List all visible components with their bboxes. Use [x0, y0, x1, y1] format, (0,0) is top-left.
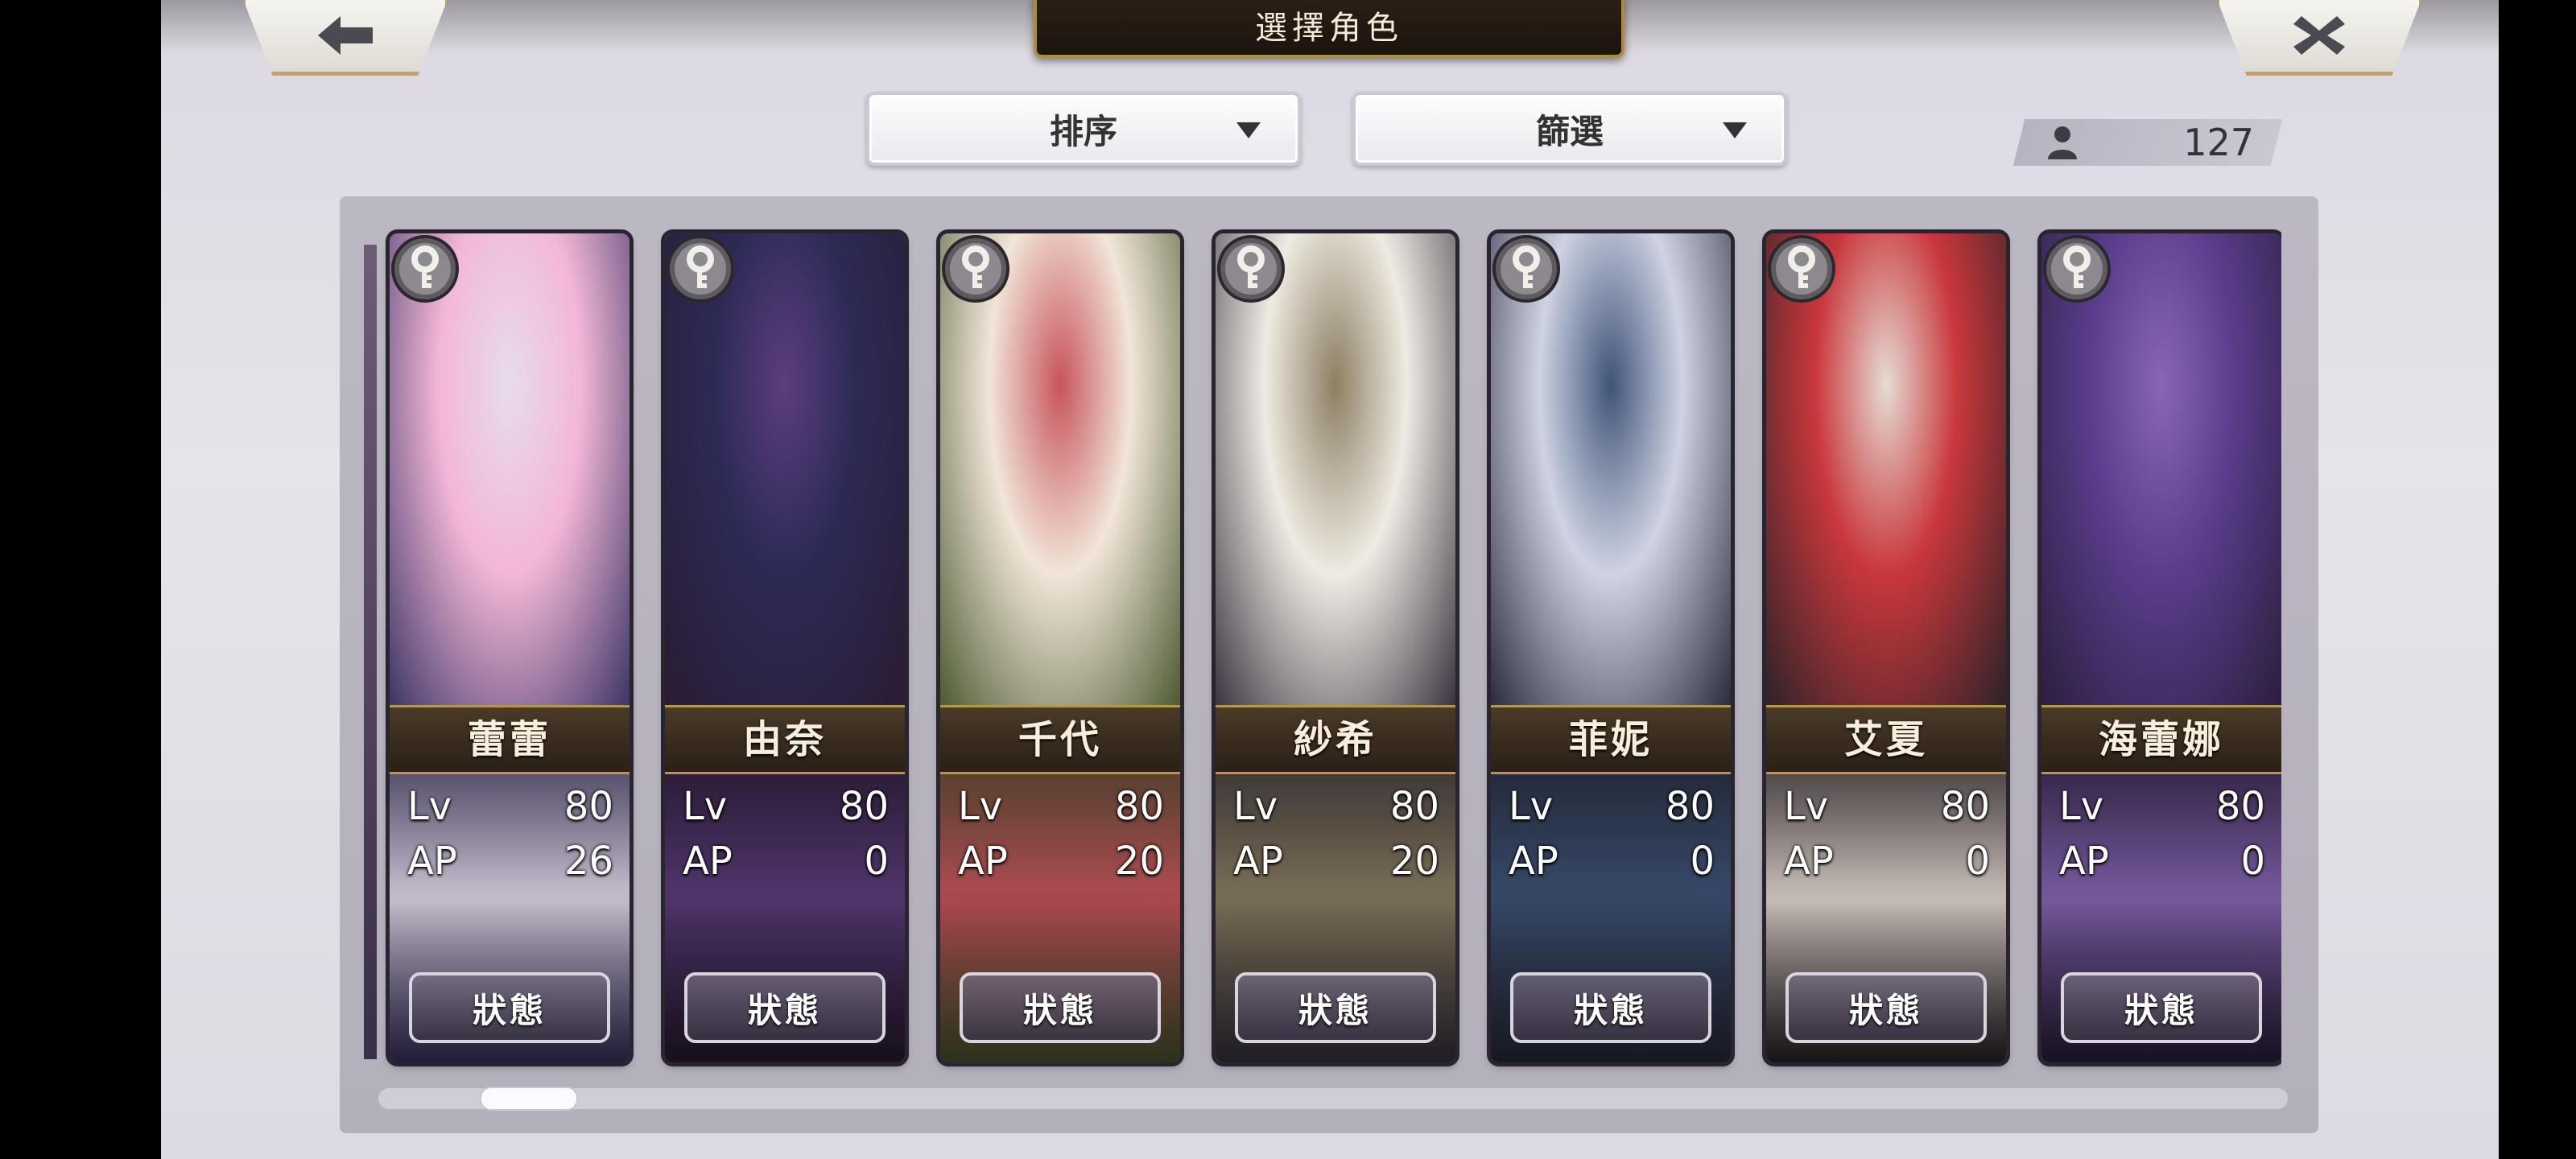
level-label: Lv — [1509, 784, 1554, 829]
ap-label: AP — [683, 839, 733, 884]
level-value: 80 — [1940, 784, 1990, 829]
level-value: 80 — [1389, 784, 1439, 829]
filter-label: 篩選 — [1535, 111, 1604, 151]
sort-label: 排序 — [1049, 111, 1117, 151]
ap-value: 0 — [1690, 839, 1715, 884]
character-card[interactable]: 由奈 Lv 80 AP 0 狀態 — [665, 233, 905, 1062]
ap-row: AP 26 — [407, 839, 613, 884]
chevron-down-icon — [1236, 122, 1261, 138]
character-card[interactable]: 海蕾娜 Lv 80 AP 0 狀態 — [2041, 233, 2281, 1062]
character-name: 海蕾娜 — [2041, 705, 2281, 774]
character-card[interactable]: 艾夏 Lv 80 AP 0 狀態 — [1766, 233, 2006, 1062]
level-row: Lv 80 — [683, 784, 889, 829]
level-label: Lv — [958, 784, 1003, 829]
ap-label: AP — [1233, 839, 1283, 884]
level-label: Lv — [1784, 784, 1829, 829]
ap-value: 20 — [1389, 839, 1439, 884]
character-name: 艾夏 — [1766, 705, 2006, 774]
level-label: Lv — [407, 784, 452, 829]
ap-value: 0 — [1965, 839, 1990, 884]
lock-key-icon — [1491, 233, 1565, 307]
character-name: 千代 — [940, 705, 1180, 774]
status-button[interactable]: 狀態 — [1785, 972, 1987, 1043]
chevron-down-icon — [1723, 122, 1747, 138]
status-button[interactable]: 狀態 — [1235, 972, 1436, 1043]
character-name: 紗希 — [1216, 705, 1455, 774]
status-button[interactable]: 狀態 — [2061, 972, 2262, 1043]
roster-count: 127 — [2183, 121, 2254, 164]
level-label: Lv — [1233, 784, 1278, 829]
character-card[interactable]: 千代 Lv 80 AP 20 狀態 — [940, 233, 1180, 1062]
filter-dropdown[interactable]: 篩選 — [1352, 92, 1787, 166]
ap-row: AP 0 — [683, 839, 889, 884]
lock-key-icon — [665, 233, 739, 307]
arrow-left-icon — [318, 16, 373, 55]
level-value: 80 — [1665, 784, 1715, 829]
level-value: 80 — [564, 784, 613, 829]
lock-key-icon — [1216, 233, 1290, 307]
level-row: Lv 80 — [1233, 784, 1439, 829]
character-card[interactable]: 蕾蕾 Lv 80 AP 26 狀態 — [390, 233, 630, 1062]
ap-row: AP 20 — [1233, 839, 1439, 884]
lock-key-icon — [940, 233, 1014, 307]
person-icon — [2048, 126, 2077, 159]
status-button[interactable]: 狀態 — [960, 972, 1161, 1043]
character-name: 菲妮 — [1491, 705, 1731, 774]
ap-row: AP 0 — [2059, 839, 2265, 884]
page-title: 選擇角色 — [1034, 0, 1624, 58]
level-row: Lv 80 — [1784, 784, 1990, 829]
character-name: 蕾蕾 — [390, 705, 630, 774]
lock-key-icon — [390, 233, 464, 307]
game-screen: 選擇角色 排序 篩選 127 蕾蕾 Lv 80 AP 26 狀態 由奈 Lv 80 AP 0 狀態 千代… — [161, 0, 2499, 1159]
previous-card-edge — [364, 245, 377, 1059]
close-button[interactable] — [2215, 0, 2423, 76]
level-value: 80 — [839, 784, 889, 829]
ap-row: AP 0 — [1509, 839, 1715, 884]
close-x-icon — [2293, 16, 2345, 55]
ap-value: 20 — [1114, 839, 1164, 884]
ap-label: AP — [958, 839, 1008, 884]
level-value: 80 — [2215, 784, 2265, 829]
horizontal-scrollbar[interactable] — [378, 1088, 2288, 1109]
lock-key-icon — [1766, 233, 1840, 307]
sort-dropdown[interactable]: 排序 — [866, 92, 1301, 166]
ap-label: AP — [407, 839, 457, 884]
level-label: Lv — [2059, 784, 2104, 829]
ap-label: AP — [1509, 839, 1558, 884]
scrollbar-thumb[interactable] — [480, 1087, 578, 1111]
status-button[interactable]: 狀態 — [409, 972, 610, 1043]
level-label: Lv — [683, 784, 728, 829]
level-row: Lv 80 — [407, 784, 613, 829]
ap-label: AP — [1784, 839, 1834, 884]
level-row: Lv 80 — [2059, 784, 2265, 829]
status-button[interactable]: 狀態 — [684, 972, 886, 1043]
ap-value: 0 — [864, 839, 889, 884]
ap-value: 26 — [564, 839, 613, 884]
level-row: Lv 80 — [958, 784, 1164, 829]
ap-row: AP 0 — [1784, 839, 1990, 884]
level-row: Lv 80 — [1509, 784, 1715, 829]
character-card[interactable]: 菲妮 Lv 80 AP 0 狀態 — [1491, 233, 1731, 1062]
lock-key-icon — [2041, 233, 2116, 307]
character-name: 由奈 — [665, 705, 905, 774]
back-button[interactable] — [242, 0, 449, 76]
ap-label: AP — [2059, 839, 2109, 884]
ap-row: AP 20 — [958, 839, 1164, 884]
ap-value: 0 — [2240, 839, 2265, 884]
level-value: 80 — [1114, 784, 1164, 829]
character-list[interactable]: 蕾蕾 Lv 80 AP 26 狀態 由奈 Lv 80 AP 0 狀態 千代 Lv 80 AP 20 狀態 紗希 Lv 8… — [364, 217, 2281, 1087]
status-button[interactable]: 狀態 — [1510, 972, 1711, 1043]
character-card[interactable]: 紗希 Lv 80 AP 20 狀態 — [1216, 233, 1455, 1062]
